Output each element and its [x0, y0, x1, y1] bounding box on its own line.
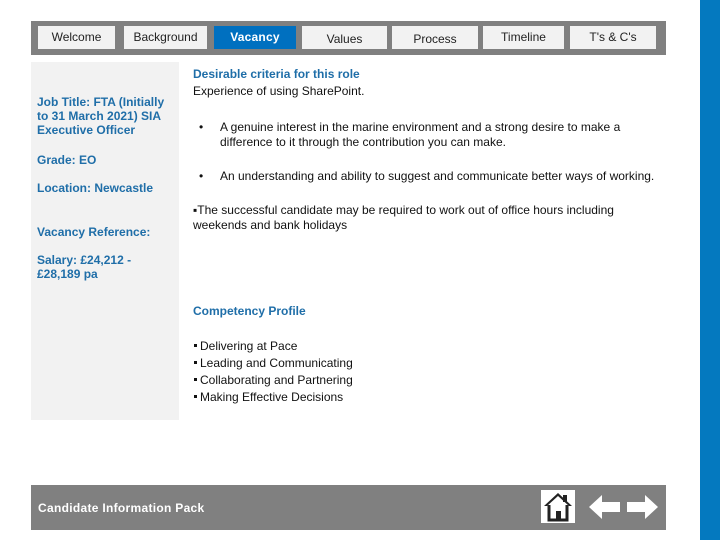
list-item: Making Effective Decisions	[193, 389, 353, 406]
tab-timeline[interactable]: Timeline	[483, 26, 564, 49]
square-bullet-icon	[194, 360, 197, 364]
footer-title: Candidate Information Pack	[38, 501, 205, 515]
tab-welcome[interactable]: Welcome	[38, 26, 115, 49]
hours-note: ▪The successful candidate may be require…	[193, 203, 614, 232]
previous-button[interactable]	[588, 493, 622, 521]
home-icon	[544, 493, 572, 522]
competency-text: Leading and Communicating	[200, 356, 353, 370]
competency-text: Collaborating and Partnering	[200, 373, 353, 387]
bullet-icon: •	[199, 120, 204, 134]
list-item: Delivering at Pace	[193, 338, 353, 355]
location: Location: Newcastle	[37, 181, 154, 195]
tab-process[interactable]: Process	[392, 26, 478, 49]
tab-values[interactable]: Values	[302, 26, 387, 49]
tab-terms-conditions[interactable]: T's & C's	[570, 26, 656, 49]
bullet-text: A genuine interest in the marine environ…	[220, 120, 621, 149]
square-bullet-icon	[194, 343, 197, 347]
next-button[interactable]	[625, 493, 659, 521]
side-accent-stripe	[700, 0, 720, 540]
grade: Grade: EO	[37, 153, 97, 167]
square-bullet-icon	[194, 394, 197, 398]
bullet-icon: •	[199, 169, 204, 183]
home-button[interactable]	[541, 490, 575, 523]
vacancy-summary-panel: Job Title: FTA (Initially to 31 March 20…	[31, 62, 179, 420]
competency-list: Delivering at Pace Leading and Communica…	[193, 338, 353, 406]
competency-text: Making Effective Decisions	[200, 390, 344, 404]
tab-vacancy[interactable]: Vacancy	[214, 26, 296, 49]
list-item: Collaborating and Partnering	[193, 372, 353, 389]
job-title: Job Title: FTA (Initially to 31 March 20…	[37, 95, 165, 137]
square-bullet-icon	[194, 377, 197, 381]
vacancy-reference: Vacancy Reference:	[37, 225, 151, 239]
footer-bar: Candidate Information Pack	[31, 485, 666, 530]
competency-text: Delivering at Pace	[200, 339, 298, 353]
bullet-text: An understanding and ability to suggest …	[220, 169, 655, 183]
competency-profile-heading: Competency Profile	[193, 304, 306, 318]
desirable-intro: Experience of using SharePoint.	[193, 84, 365, 98]
nav-bar: Welcome Background Vacancy Values Proces…	[31, 21, 666, 55]
arrow-right-icon	[627, 495, 658, 519]
arrow-left-icon	[589, 495, 620, 519]
list-item: Leading and Communicating	[193, 355, 353, 372]
salary: Salary: £24,212 - £28,189 pa	[37, 253, 132, 281]
desirable-criteria-heading: Desirable criteria for this role	[193, 67, 360, 81]
tab-background[interactable]: Background	[124, 26, 207, 49]
